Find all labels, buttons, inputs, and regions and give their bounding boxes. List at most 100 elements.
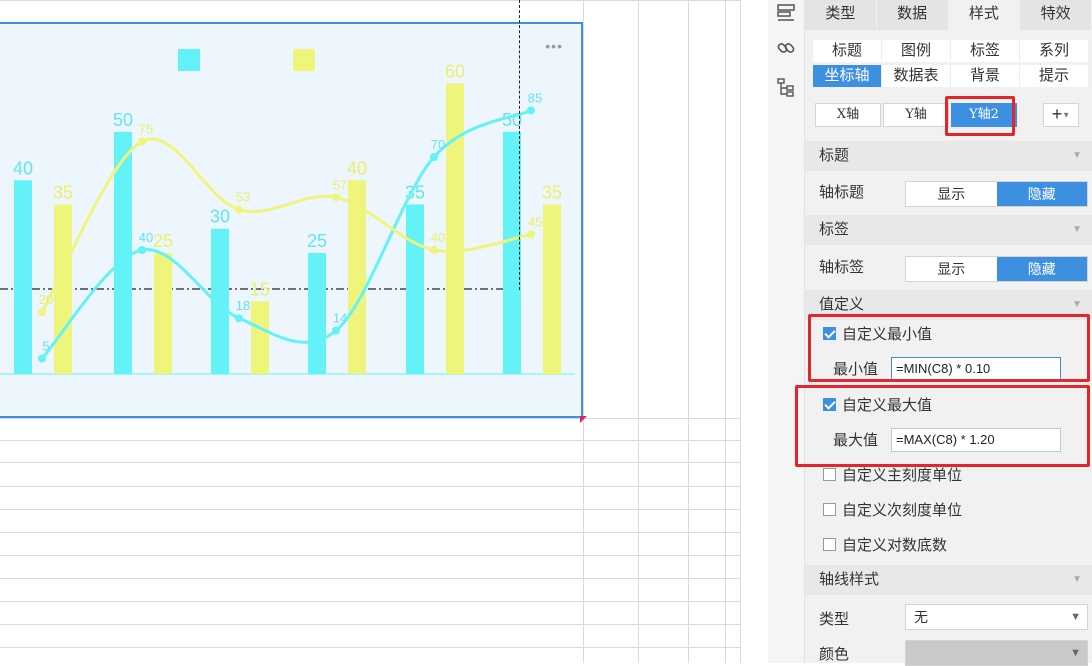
- grid-row-line: [0, 578, 768, 579]
- line-data-label: 14: [333, 311, 347, 326]
- grid-row-line: [0, 462, 768, 463]
- section-label-header[interactable]: 标签 ▼: [805, 215, 1092, 245]
- add-axis-button[interactable]: +▼: [1043, 103, 1079, 127]
- layout-icon[interactable]: [775, 2, 797, 24]
- subtab-axis[interactable]: 坐标轴: [813, 65, 882, 87]
- minor-unit-label: 自定义次刻度单位: [842, 502, 963, 519]
- main-tab-bar: 类型 数据 样式 特效: [805, 0, 1092, 30]
- line-point: [138, 246, 146, 254]
- highlight-box-axis: [945, 96, 1015, 136]
- line-point: [235, 205, 243, 214]
- axis-label-toggle: 显示 隐藏: [905, 256, 1088, 282]
- line-point: [527, 106, 535, 115]
- subtab-tooltip[interactable]: 提示: [1020, 65, 1089, 87]
- subtab-label[interactable]: 标签: [951, 40, 1020, 62]
- checkbox-icon: [823, 503, 836, 516]
- bar-data-label: 40: [13, 158, 33, 178]
- grid-row-line: [0, 418, 768, 419]
- section-axis-style-header[interactable]: 轴线样式 ▼: [805, 565, 1092, 595]
- tab-effects[interactable]: 特效: [1020, 0, 1091, 30]
- axis-tab-x[interactable]: X轴: [815, 103, 881, 127]
- bar-data-label: 50: [113, 110, 133, 130]
- grid-col-line: [688, 0, 689, 663]
- log-base-checkbox[interactable]: 自定义对数底数: [823, 534, 947, 555]
- bar: [543, 204, 561, 374]
- subtab-series[interactable]: 系列: [1020, 40, 1089, 62]
- bar: [251, 301, 269, 374]
- chart-container[interactable]: 40 50 30 25 35 50 35 25 15 40 60 35 5 40 18 14 70 85 20 75 5…: [0, 22, 583, 418]
- link-icon[interactable]: [775, 37, 797, 59]
- bar-data-label: 40: [347, 158, 367, 178]
- style-subtabs: 标题 图例 标签 系列 坐标轴 数据表 背景 提示: [813, 40, 1089, 87]
- grid-row-line: [0, 532, 768, 533]
- subtab-background[interactable]: 背景: [951, 65, 1020, 87]
- axis-title-toggle: 显示 隐藏: [905, 181, 1088, 207]
- axis-tab-y[interactable]: Y轴: [883, 103, 949, 127]
- chart-canvas: 4050302535503525154060355401814708520755…: [0, 49, 575, 375]
- line-data-label: 5: [42, 339, 49, 354]
- legend-swatch: [178, 49, 200, 71]
- bar-data-label: 35: [542, 182, 562, 202]
- line-data-label: 20: [39, 292, 53, 307]
- chevron-down-icon: ▼: [1072, 150, 1082, 161]
- minor-unit-checkbox[interactable]: 自定义次刻度单位: [823, 499, 962, 520]
- subtab-title[interactable]: 标题: [813, 40, 882, 62]
- tree-icon[interactable]: [775, 76, 797, 98]
- chevron-down-icon: ▼: [1072, 574, 1082, 585]
- axis-label-label: 轴标签: [819, 259, 865, 276]
- bar: [54, 204, 72, 374]
- axis-label-hide-option[interactable]: 隐藏: [996, 257, 1087, 281]
- line-point: [527, 230, 535, 239]
- highlight-box-max: [795, 385, 1090, 467]
- chevron-down-icon: ▼: [1070, 611, 1081, 623]
- grid-row-line: [0, 624, 768, 625]
- axis-color-select[interactable]: ▼: [905, 640, 1088, 666]
- line-point: [38, 354, 46, 363]
- tab-type[interactable]: 类型: [805, 0, 876, 30]
- line-point: [235, 314, 243, 323]
- axis-label-show-option[interactable]: 显示: [906, 257, 997, 281]
- major-unit-checkbox[interactable]: 自定义主刻度单位: [823, 464, 962, 485]
- sheet-scroll-edge: [740, 0, 768, 663]
- subtab-datatable[interactable]: 数据表: [882, 65, 951, 87]
- grid-row-line: [0, 509, 768, 510]
- line-data-label: 53: [236, 190, 250, 205]
- bar: [154, 252, 172, 374]
- grid-row-line: [0, 0, 768, 1]
- guide-line-vertical: [519, 0, 520, 290]
- bar-data-label: 30: [210, 207, 230, 227]
- tab-data[interactable]: 数据: [876, 0, 948, 30]
- grid-row-line: [0, 555, 768, 556]
- chevron-down-icon: ▼: [1072, 224, 1082, 235]
- chart-resize-handle[interactable]: [580, 416, 587, 423]
- section-axis-style-label: 轴线样式: [819, 571, 880, 588]
- axis-type-select[interactable]: 无 ▼: [905, 604, 1088, 630]
- chevron-down-icon: ▼: [1062, 110, 1071, 120]
- section-title-header[interactable]: 标题 ▼: [805, 141, 1092, 171]
- checkbox-icon: [823, 538, 836, 551]
- axis-title-show-option[interactable]: 显示: [906, 182, 997, 206]
- grid-row-line: [0, 440, 768, 441]
- section-title-label: 标题: [819, 147, 850, 164]
- chart-more-icon[interactable]: •••: [545, 38, 563, 54]
- tab-style[interactable]: 样式: [948, 0, 1020, 30]
- bar-data-label: 15: [250, 279, 270, 299]
- chevron-down-icon: ▼: [1070, 647, 1081, 659]
- grid-col-line: [725, 0, 726, 663]
- tool-strip: [768, 0, 805, 663]
- grid-col-line: [583, 0, 584, 663]
- grid-col-line: [638, 0, 639, 663]
- grid-row-line: [0, 486, 768, 487]
- line-data-label: 40: [139, 230, 153, 245]
- line-point: [138, 137, 146, 146]
- highlight-box-min: [808, 314, 1090, 382]
- line-point: [430, 153, 438, 161]
- line-data-label: 57: [333, 177, 347, 192]
- section-value-label: 值定义: [819, 296, 865, 313]
- axis-title-hide-option[interactable]: 隐藏: [996, 182, 1087, 206]
- line-data-label: 70: [431, 137, 445, 152]
- plus-icon: +: [1051, 104, 1063, 124]
- bar: [446, 83, 464, 374]
- spreadsheet-grid[interactable]: 40 50 30 25 35 50 35 25 15 40 60 35 5 40 18 14 70 85 20 75 5…: [0, 0, 768, 663]
- subtab-legend[interactable]: 图例: [882, 40, 951, 62]
